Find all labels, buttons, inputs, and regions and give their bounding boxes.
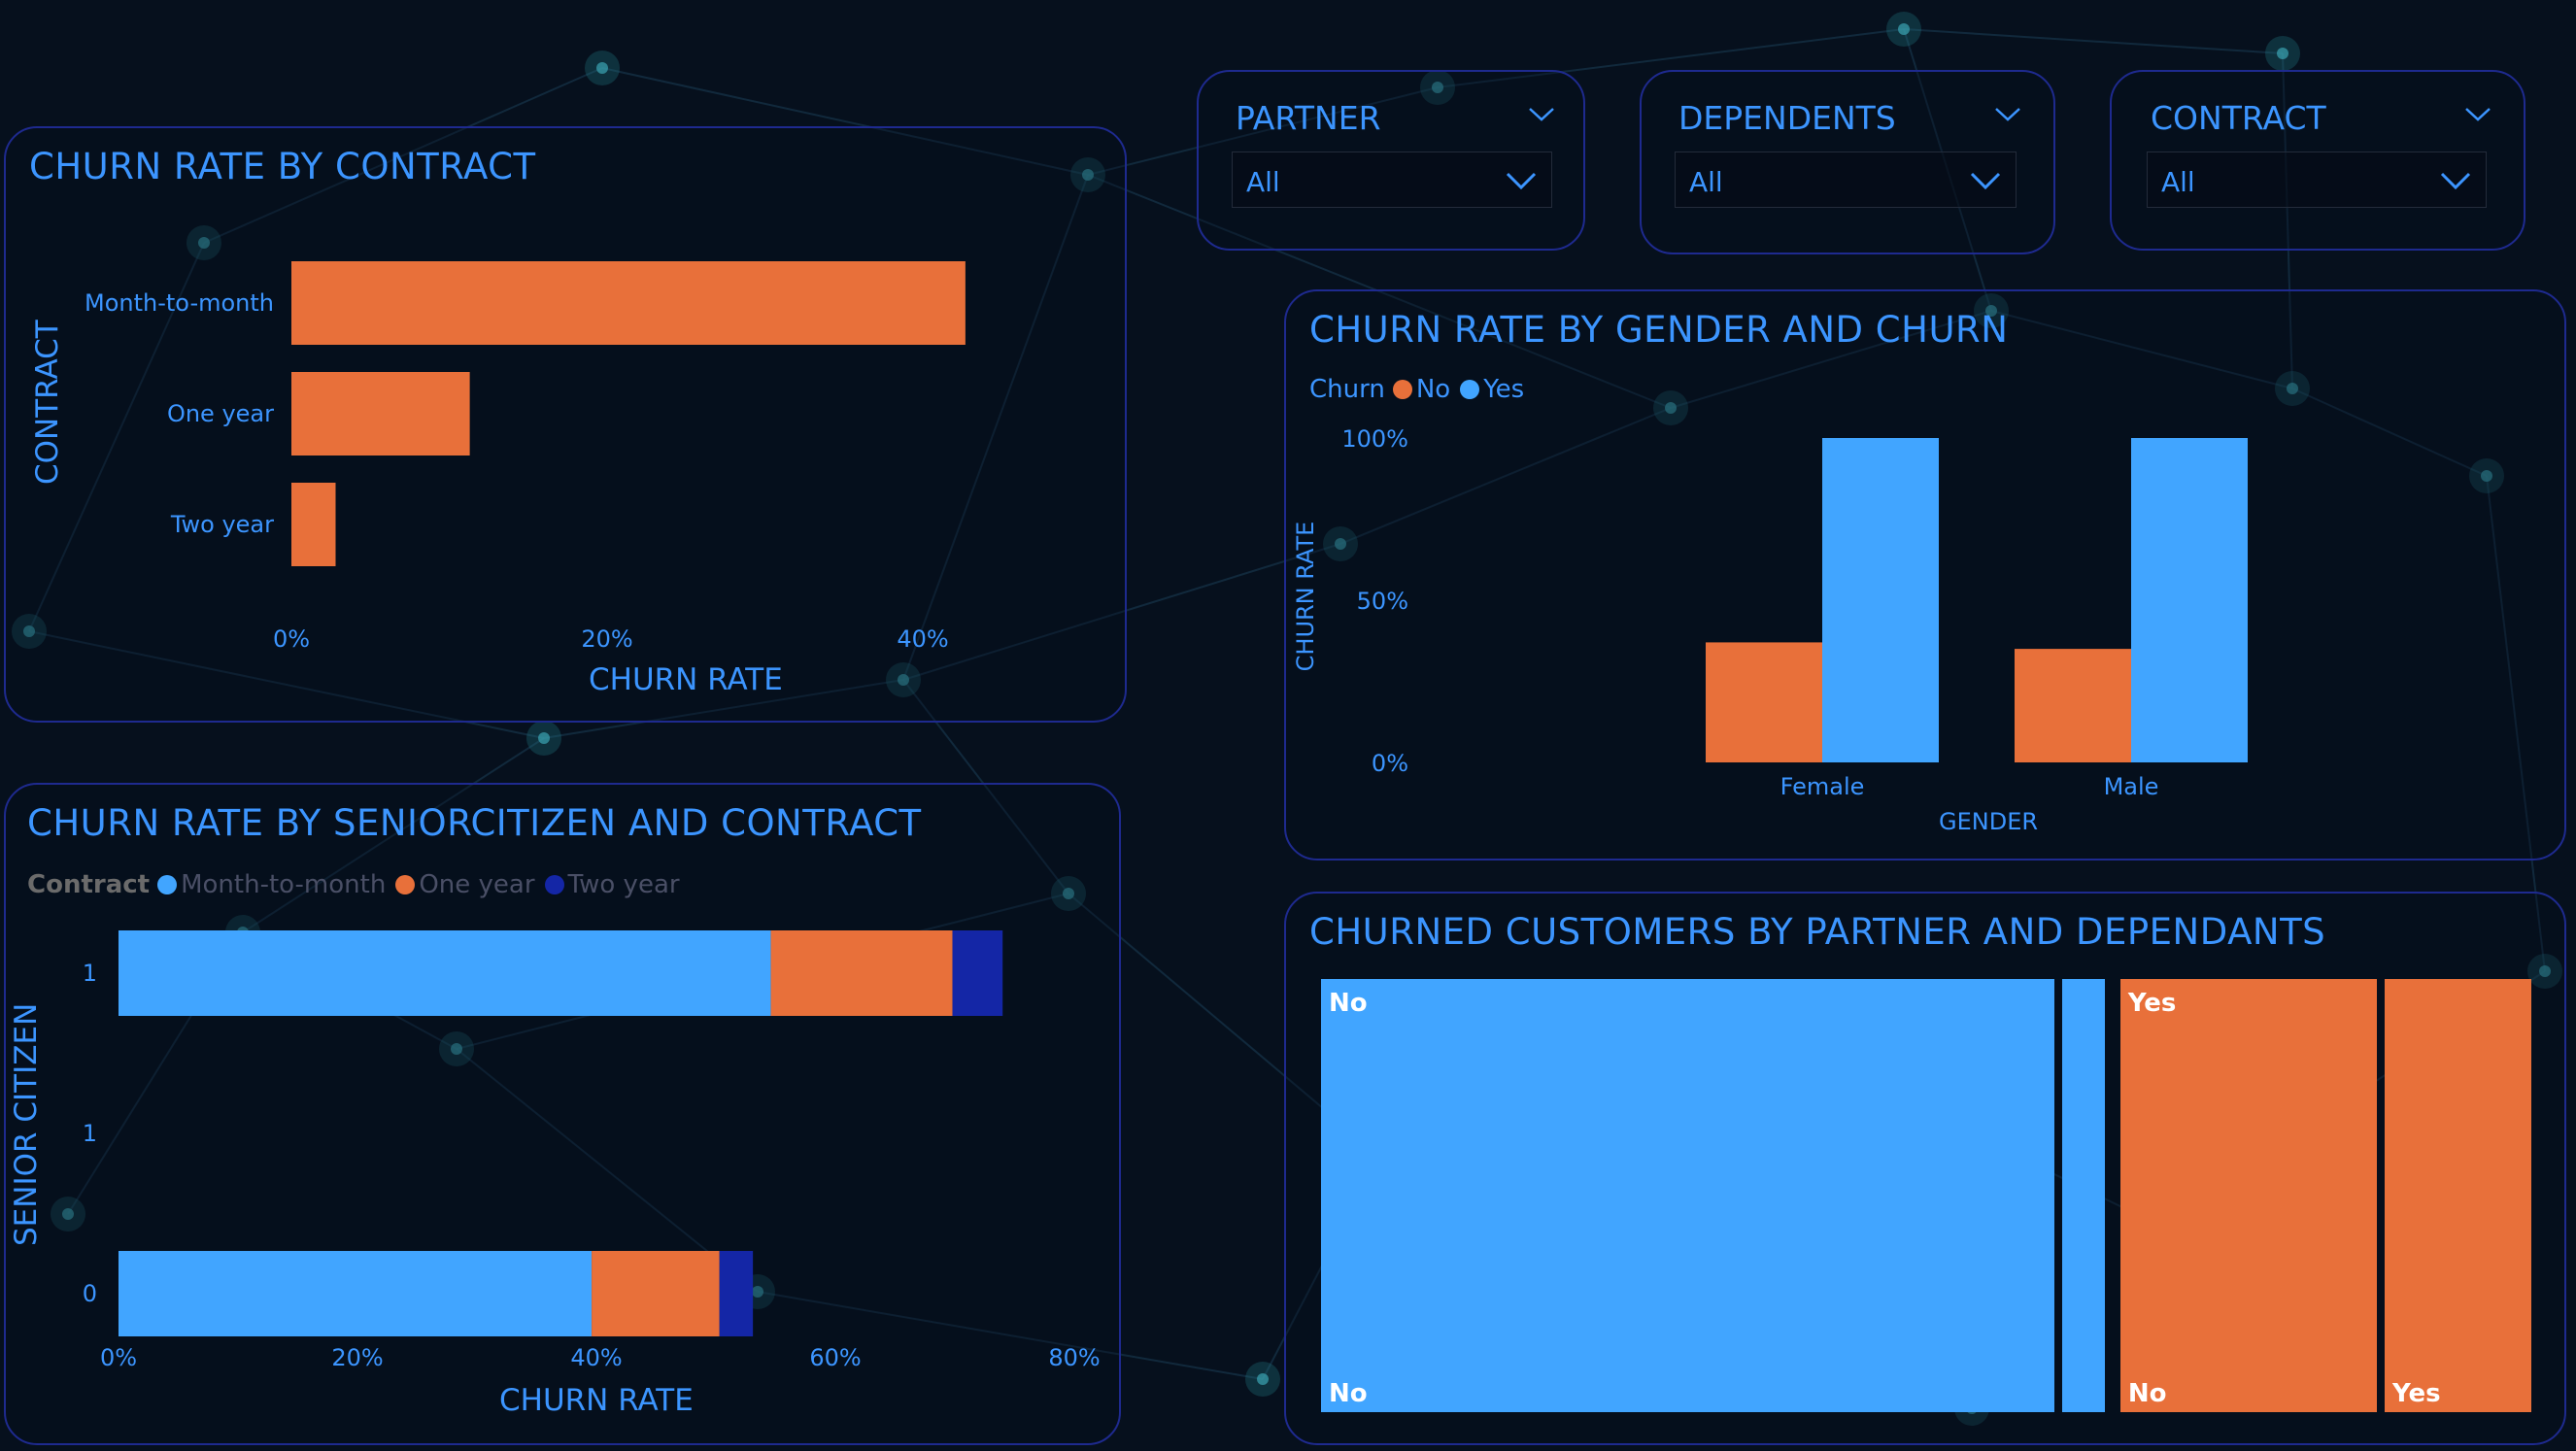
x-tick-label: 40%: [570, 1344, 622, 1371]
contract-chart-panel[interactable]: CHURN RATE BY CONTRACT CONTRACT CHURN RA…: [4, 126, 1127, 723]
treemap-tile[interactable]: [2061, 979, 2105, 1412]
slicer-dependents-dropdown[interactable]: All: [1675, 152, 2017, 208]
network-node: [2277, 48, 2288, 59]
slicer-contract-dropdown[interactable]: All: [2147, 152, 2487, 208]
network-node: [1257, 1373, 1269, 1385]
y-tick-label: 0: [83, 1280, 97, 1307]
category-label: Month-to-month: [85, 289, 274, 317]
treemap-child-label: No: [2127, 1379, 2167, 1408]
treemap-panel[interactable]: CHURNED CUSTOMERS BY PARTNER AND DEPENDA…: [1284, 892, 2566, 1445]
x-tick-label: 60%: [809, 1344, 861, 1371]
treemap-title: CHURNED CUSTOMERS BY PARTNER AND DEPENDA…: [1309, 911, 2326, 953]
x-tick-label: 0%: [100, 1344, 137, 1371]
chevron-down-icon[interactable]: [2463, 105, 2492, 124]
network-line: [1903, 28, 2284, 54]
treemap-group-label: No: [1329, 989, 1368, 1018]
slicer-contract[interactable]: CONTRACT All: [2110, 70, 2525, 251]
bar-no[interactable]: [1706, 642, 1822, 762]
treemap-group-label: Yes: [2127, 989, 2177, 1018]
x-tick-label: 80%: [1048, 1344, 1100, 1371]
x-tick-label: 20%: [331, 1344, 383, 1371]
network-node: [596, 62, 608, 74]
network-node: [1898, 23, 1910, 35]
bar-contract[interactable]: [291, 372, 470, 456]
y-tick-label: 50%: [1357, 588, 1408, 615]
contract-bar-chart: Month-to-month One year Two year 0% 20% 40%: [85, 261, 966, 653]
bar-segment[interactable]: [592, 1251, 720, 1336]
senior-chart-panel[interactable]: CHURN RATE BY SENIORCITIZEN AND CONTRACT…: [4, 783, 1121, 1445]
bar-contract[interactable]: [291, 483, 336, 566]
gender-bar-chart: Female Male 100% 50% 0%: [1341, 425, 2248, 800]
y-tick-label: 100%: [1341, 425, 1408, 453]
bar-yes[interactable]: [2131, 438, 2248, 762]
bar-segment[interactable]: [119, 1251, 593, 1336]
bar-segment[interactable]: [952, 930, 1003, 1016]
x-tick-label: 20%: [581, 625, 632, 653]
treemap-tile[interactable]: Yes No: [2119, 979, 2378, 1412]
chevron-down-icon[interactable]: [2439, 170, 2472, 191]
bar-segment[interactable]: [770, 930, 953, 1016]
bar-no[interactable]: [2015, 649, 2131, 762]
slicer-partner-value: All: [1246, 166, 1280, 198]
chevron-down-icon[interactable]: [1993, 105, 2022, 124]
category-label: One year: [167, 400, 274, 427]
x-tick-label: Male: [2104, 773, 2159, 800]
senior-stacked-bar-chart: 1 1 0 0% 20% 40% 60% 80%: [83, 930, 1101, 1371]
bar-segment[interactable]: [119, 930, 771, 1016]
x-tick-label: Female: [1780, 773, 1865, 800]
y-tick-label: 0%: [1372, 750, 1408, 777]
bar-yes[interactable]: [1822, 438, 1939, 762]
slicer-partner-dropdown[interactable]: All: [1232, 152, 1552, 208]
slicer-dependents-value: All: [1689, 166, 1723, 198]
treemap-tile[interactable]: Yes: [2385, 979, 2531, 1412]
x-tick-label: 0%: [273, 625, 310, 653]
treemap-tile[interactable]: No No: [1321, 979, 2054, 1412]
y-tick-label: 1: [83, 960, 97, 987]
treemap-child-label: No: [1329, 1379, 1368, 1408]
x-tick-label: 40%: [897, 625, 948, 653]
slicer-contract-title: CONTRACT: [2151, 99, 2326, 137]
bar-segment[interactable]: [719, 1251, 754, 1336]
treemap-area: No No Yes No Yes: [1321, 979, 2531, 1412]
bar-contract[interactable]: [291, 261, 966, 345]
slicer-dependents-title: DEPENDENTS: [1678, 99, 1896, 137]
chevron-down-icon[interactable]: [1969, 170, 2002, 191]
network-node: [538, 732, 550, 744]
slicer-contract-value: All: [2161, 166, 2195, 198]
slicer-partner[interactable]: PARTNER All: [1197, 70, 1585, 251]
category-label: Two year: [170, 511, 274, 538]
treemap-child-label: Yes: [2392, 1379, 2441, 1408]
slicer-dependents[interactable]: DEPENDENTS All: [1640, 70, 2055, 254]
y-tick-label: 1: [83, 1120, 97, 1147]
slicer-partner-title: PARTNER: [1236, 99, 1381, 137]
chevron-down-icon[interactable]: [1505, 170, 1538, 191]
chevron-down-icon[interactable]: [1527, 105, 1556, 124]
gender-chart-panel[interactable]: CHURN RATE BY GENDER AND CHURN Churn No Y…: [1284, 289, 2566, 860]
